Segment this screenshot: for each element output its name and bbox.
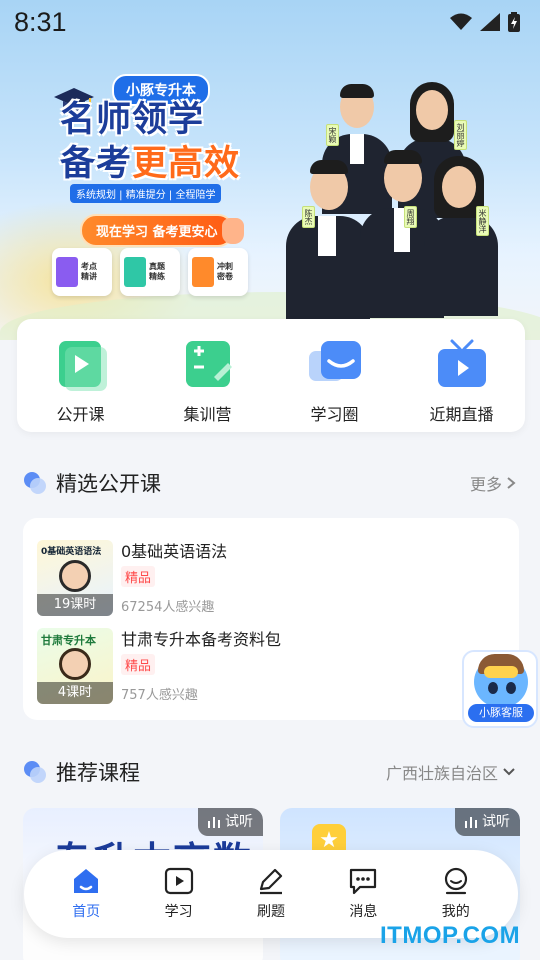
- recommended-section-title: 推荐课程: [56, 761, 140, 785]
- recommended-section-header: 推荐课程 广西壮族自治区: [24, 757, 516, 787]
- quick-action-label: 学习圈: [310, 405, 359, 424]
- course-item[interactable]: 甘肃专升本 4课时 甘肃专升本备考资料包 精品 757人感兴趣: [37, 628, 497, 704]
- course-thumbnail: 甘肃专升本 4课时: [37, 628, 113, 704]
- course-thumbnail: 0基础英语语法 19课时: [37, 540, 113, 616]
- book-label: 考点精讲: [81, 262, 97, 281]
- thumbnail-title: 甘肃专升本: [41, 634, 96, 647]
- course-title: 甘肃专升本备考资料包: [121, 630, 282, 649]
- teacher-namecard: 周翔: [404, 206, 417, 228]
- nav-label: 我的: [441, 904, 470, 920]
- chat-smile-icon: [307, 337, 363, 393]
- banner-headline: 名师领学 备考更高效: [60, 98, 260, 186]
- thumbnail-title: 0基础英语语法: [41, 547, 102, 557]
- trial-badge: 试听: [198, 808, 263, 836]
- quick-action-open-class[interactable]: 公开课: [31, 337, 131, 432]
- mascot-eyes: [488, 682, 516, 694]
- teacher-namecard: 米静洋: [476, 206, 489, 236]
- teacher-namecard: 宋颖: [326, 124, 339, 146]
- banner-books: 考点精讲 真题精练 冲刺密卷: [52, 248, 248, 296]
- message-icon: [350, 868, 377, 895]
- book-label: 冲刺密卷: [217, 262, 233, 281]
- section-dot-icon: [24, 472, 46, 494]
- quick-action-label: 公开课: [56, 405, 105, 424]
- pen-icon: [259, 868, 283, 895]
- book-label: 真题精练: [149, 262, 165, 281]
- trial-label: 试听: [482, 814, 510, 830]
- watermark: ITMOP.COM: [380, 922, 521, 949]
- teacher-figure: [420, 156, 500, 316]
- mascot-goggles: [484, 666, 518, 678]
- nav-label: 学习: [164, 904, 193, 920]
- featured-section-title: 精选公开课: [56, 472, 161, 496]
- premium-tag: 精品: [121, 654, 156, 675]
- premium-tag: 精品: [121, 566, 156, 587]
- status-icons: [450, 12, 520, 32]
- battery-icon: [508, 12, 520, 32]
- nav-study[interactable]: 学习: [149, 867, 209, 921]
- lesson-count: 19课时: [37, 594, 113, 616]
- headline-line2-prefix: 备考: [60, 144, 133, 184]
- interest-count: 757人感兴趣: [121, 688, 198, 703]
- nav-label: 首页: [72, 904, 101, 920]
- teacher-namecard: 陈杰: [302, 206, 315, 228]
- wifi-icon: [450, 13, 472, 30]
- status-time: 8:31: [14, 6, 67, 37]
- customer-service-button[interactable]: 小豚客服: [462, 650, 538, 728]
- customer-service-label: 小豚客服: [468, 704, 534, 722]
- banner-tagline: 系统规划 | 精准提分 | 全程陪学: [70, 184, 222, 203]
- chevron-right-icon: [507, 477, 516, 489]
- trial-label: 试听: [225, 814, 253, 830]
- headline-line1: 名师领学: [60, 100, 205, 140]
- nav-practice[interactable]: 刷题: [241, 867, 301, 921]
- more-label: 更多: [469, 475, 502, 494]
- featured-course-list: 0基础英语语法 19课时 0基础英语语法 精品 67254人感兴趣 甘肃专升本 …: [23, 518, 519, 720]
- course-title: 0基础英语语法: [121, 542, 228, 561]
- trial-badge: 试听: [455, 808, 520, 836]
- book-card: 考点精讲: [52, 248, 112, 296]
- interest-count: 67254人感兴趣: [121, 600, 215, 615]
- tv-play-icon: [434, 337, 490, 393]
- play-icon: [53, 337, 109, 393]
- bar-chart-icon: [208, 817, 220, 828]
- teacher-namecard: 刘丽婷: [454, 120, 467, 150]
- play-square-icon: [164, 867, 193, 895]
- featured-section-header: 精选公开课 更多: [24, 468, 516, 498]
- headline-line2-highlight: 更高效: [132, 144, 241, 184]
- quick-actions: 公开课 集训营 学习圈 近期直播: [17, 319, 525, 432]
- book-card: 真题精练: [120, 248, 180, 296]
- nav-messages[interactable]: 消息: [333, 867, 393, 921]
- calculator-icon: [180, 337, 236, 393]
- quick-action-study-circle[interactable]: 学习圈: [285, 337, 385, 432]
- course-item[interactable]: 0基础英语语法 19课时 0基础英语语法 精品 67254人感兴趣: [37, 540, 497, 616]
- banner-cta-button[interactable]: 现在学习 备考更安心: [80, 214, 234, 247]
- bar-chart-icon: [465, 817, 477, 828]
- nav-profile[interactable]: 我的: [426, 867, 486, 921]
- pointing-hand-icon: [222, 218, 244, 244]
- status-bar: 8:31: [0, 0, 540, 44]
- nav-label: 消息: [349, 904, 378, 920]
- signal-icon: [480, 13, 500, 31]
- book-icon: [192, 257, 214, 287]
- nav-label: 刷题: [256, 904, 285, 920]
- teacher-avatar: [59, 648, 91, 680]
- book-card: 冲刺密卷: [188, 248, 248, 296]
- region-selector[interactable]: 广西壮族自治区: [386, 760, 516, 784]
- lesson-count: 4课时: [37, 682, 113, 704]
- nav-home[interactable]: 首页: [56, 867, 116, 921]
- quick-action-training-camp[interactable]: 集训营: [158, 337, 258, 432]
- quick-action-label: 近期直播: [429, 405, 494, 424]
- section-dot-icon: [24, 761, 46, 783]
- quick-action-label: 集训营: [183, 405, 232, 424]
- chevron-down-icon: [503, 768, 515, 776]
- book-icon: [124, 257, 146, 287]
- promo-banner[interactable]: 8:31 小豚专升本 名师领学 备考更高效 系统规划 | 精准提分 | 全程陪学…: [0, 0, 540, 340]
- smile-user-icon: [444, 867, 467, 895]
- book-icon: [56, 257, 78, 287]
- region-label: 广西壮族自治区: [385, 764, 498, 783]
- quick-action-live[interactable]: 近期直播: [412, 337, 512, 432]
- teacher-avatar: [59, 560, 91, 592]
- featured-more-link[interactable]: 更多: [470, 471, 516, 495]
- home-icon: [74, 869, 99, 893]
